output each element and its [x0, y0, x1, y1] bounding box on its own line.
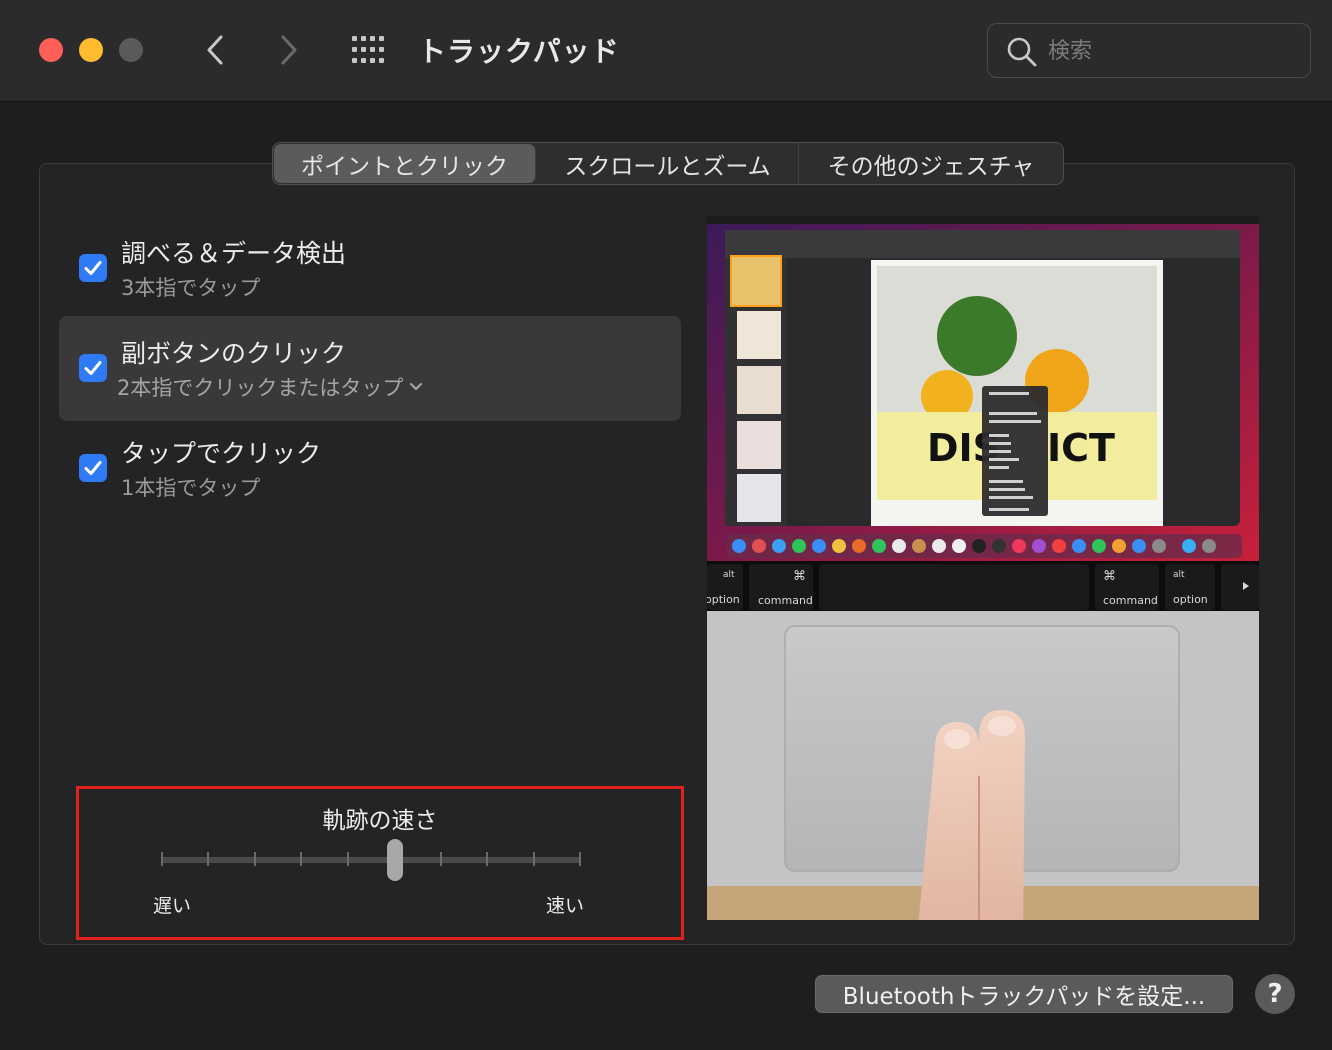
- slider-tick: [579, 852, 581, 866]
- tap-to-click-checkbox[interactable]: [79, 454, 107, 482]
- forward-button[interactable]: [274, 30, 304, 70]
- key-cmd-right-symbol: ⌘: [1103, 569, 1116, 584]
- search-input[interactable]: [1048, 34, 1298, 68]
- setup-bluetooth-trackpad-button[interactable]: Bluetoothトラックパッドを設定...: [815, 975, 1233, 1013]
- key-command-right: command: [1103, 594, 1158, 607]
- minimize-window-button[interactable]: [79, 38, 103, 62]
- chevron-left-icon: [207, 35, 223, 65]
- slider-tick: [161, 852, 163, 866]
- show-all-button[interactable]: [350, 34, 390, 66]
- popup-value: 2本指でクリックまたはタップ: [117, 376, 404, 400]
- key-cmd-left-symbol: ⌘: [793, 569, 806, 584]
- grid-icon: [352, 36, 384, 63]
- slider-knob[interactable]: [386, 839, 403, 881]
- speed-slow-label: 遅い: [153, 895, 192, 917]
- option-lookup-data-detectors: 調べる＆データ検出 3本指でタップ: [59, 216, 681, 321]
- chevron-down-icon: [410, 382, 423, 391]
- window-title: トラックパッド: [418, 35, 620, 68]
- poster-text-right: ICT: [1047, 426, 1115, 470]
- option-tap-to-click: タップでクリック 1本指でタップ: [59, 416, 681, 521]
- tracking-speed-slider[interactable]: [161, 839, 581, 883]
- option-title: 副ボタンのクリック: [121, 339, 347, 368]
- checkmark-icon: [84, 361, 102, 375]
- key-alt-right: alt: [1173, 570, 1185, 580]
- tab-point-and-click[interactable]: ポイントとクリック: [274, 144, 536, 183]
- speed-fast-label: 速い: [546, 895, 585, 917]
- zoom-window-button[interactable]: [119, 38, 143, 62]
- slider-tick: [532, 852, 535, 866]
- tracking-speed-section: 軌跡の速さ 遅い 速い: [76, 786, 684, 940]
- option-secondary-click[interactable]: 副ボタンのクリック 2本指でクリックまたはタップ: [59, 316, 681, 421]
- search-icon: [1007, 37, 1037, 67]
- secondary-click-checkbox[interactable]: [79, 354, 107, 382]
- chevron-right-icon: [281, 35, 297, 65]
- key-option-right: option: [1173, 593, 1208, 606]
- tracking-speed-title: 軌跡の速さ: [322, 808, 438, 834]
- slider-tick: [253, 852, 256, 866]
- slider-tick: [486, 852, 489, 866]
- secondary-click-popup[interactable]: 2本指でクリックまたはタップ: [117, 372, 423, 402]
- option-title: タップでクリック: [121, 439, 322, 468]
- option-subtitle: 3本指でタップ: [121, 276, 261, 300]
- checkmark-icon: [84, 261, 102, 275]
- key-command-left: command: [758, 594, 813, 607]
- key-alt-left: alt: [723, 570, 735, 580]
- tab-bar: ポイントとクリック スクロールとズーム その他のジェスチャ: [272, 142, 1064, 185]
- tab-scroll-and-zoom[interactable]: スクロールとズーム: [537, 143, 799, 184]
- help-button[interactable]: ?: [1255, 974, 1295, 1014]
- slider-tick: [207, 852, 210, 866]
- search-field[interactable]: [987, 23, 1311, 78]
- slider-tick: [300, 852, 303, 866]
- slider-tick: [346, 852, 349, 866]
- checkmark-icon: [84, 461, 102, 475]
- slider-track: [161, 857, 581, 863]
- gesture-preview-video: DIS ICT alt option ⌘ command ⌘ command a…: [707, 216, 1259, 920]
- close-window-button[interactable]: [39, 38, 63, 62]
- lookup-checkbox[interactable]: [79, 254, 107, 282]
- option-subtitle: 1本指でタップ: [121, 476, 261, 500]
- option-title: 調べる＆データ検出: [121, 239, 347, 268]
- title-bar: トラックパッド: [0, 0, 1332, 102]
- key-option-left: option: [707, 593, 740, 606]
- tab-more-gestures[interactable]: その他のジェスチャ: [799, 143, 1063, 184]
- slider-tick: [439, 852, 442, 866]
- back-button[interactable]: [200, 30, 230, 70]
